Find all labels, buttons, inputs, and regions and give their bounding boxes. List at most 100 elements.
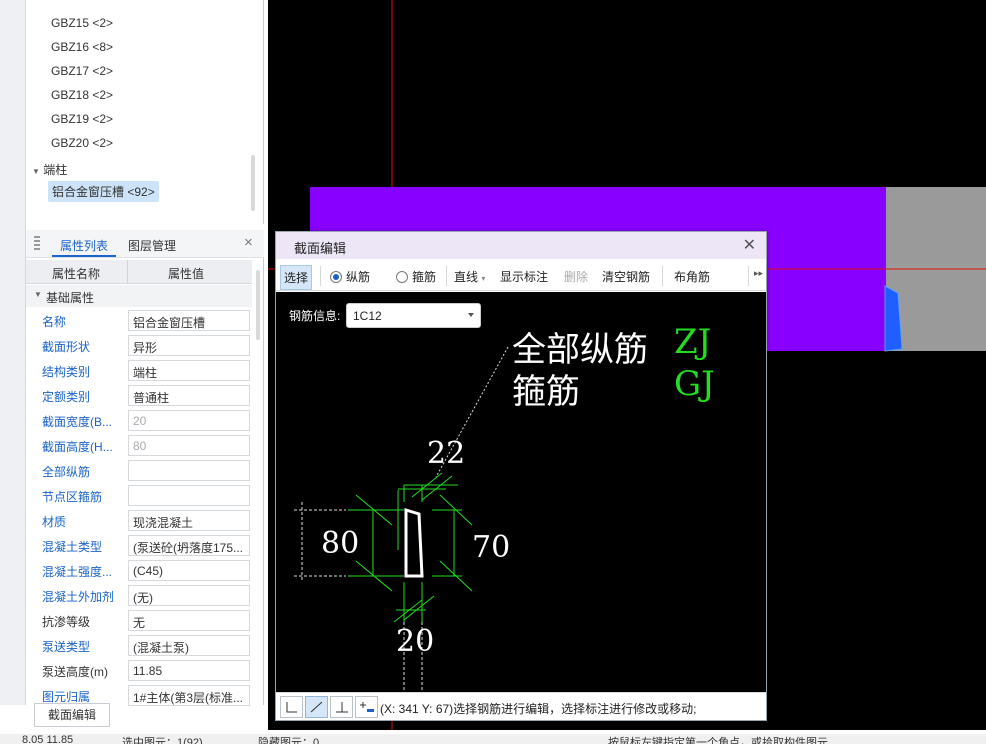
left-panel-strip	[0, 0, 26, 705]
property-row[interactable]: 混凝土强度... (C45)	[26, 558, 252, 583]
property-value[interactable]: 现浇混凝土	[128, 510, 250, 531]
property-row[interactable]: 泵送高度(m) 11.85	[26, 658, 252, 683]
property-value[interactable]	[128, 460, 250, 481]
show-dimension-button[interactable]: 显示标注	[500, 268, 548, 285]
close-icon[interactable]: ✕	[743, 235, 756, 255]
property-value[interactable]: 无	[128, 610, 250, 631]
property-name: 截面宽度(B...	[42, 415, 113, 429]
property-value[interactable]: 80	[128, 435, 250, 456]
close-icon[interactable]: ×	[244, 234, 253, 251]
property-name: 材质	[42, 515, 67, 529]
drag-handle-icon[interactable]	[34, 236, 40, 250]
property-row[interactable]: 混凝土外加剂 (无)	[26, 583, 252, 608]
selected-count: 选中图元：1(92)	[122, 737, 203, 744]
longitudinal-radio[interactable]: 纵筋	[330, 268, 370, 285]
tree-scrollbar[interactable]	[251, 155, 255, 211]
property-value[interactable]: 端柱	[128, 360, 250, 381]
tree-item[interactable]: GBZ17 <2>	[51, 64, 113, 78]
more-icon[interactable]: ▸▸	[754, 268, 763, 279]
properties-panel: 属性列表 图层管理 × 属性名称 属性值 ▼ 基础属性 名称 铝合金窗压槽 截面形状…	[26, 230, 264, 706]
diagonal-line-icon[interactable]	[305, 696, 328, 718]
clear-rebar-button[interactable]: 清空钢筋	[602, 268, 650, 285]
line-label: 直线	[454, 270, 479, 284]
property-value[interactable]: 11.85	[128, 660, 250, 681]
property-row[interactable]: 定额类别 普通柱	[26, 383, 252, 408]
property-row[interactable]: 节点区箍筋	[26, 483, 252, 508]
orthogonal-snap-icon[interactable]	[280, 696, 303, 718]
dimension-bottom[interactable]: 20	[396, 624, 434, 659]
tree-item[interactable]: GBZ16 <8>	[51, 40, 113, 54]
radio-selected-icon	[330, 271, 342, 283]
corner-rebar-button[interactable]: 布角筋	[674, 268, 710, 285]
perpendicular-icon[interactable]	[330, 696, 353, 718]
status-bar: 8.05 11.85 选中图元：1(92) 隐藏图元：0 按鼠标左键指定第一个角…	[0, 734, 986, 744]
property-name: 结构类别	[42, 365, 91, 379]
delete-button[interactable]: 删除	[564, 268, 588, 285]
property-row[interactable]: 截面高度(H... 80	[26, 433, 252, 458]
property-row[interactable]: 抗渗等级 无	[26, 608, 252, 633]
property-row[interactable]: 材质 现浇混凝土	[26, 508, 252, 533]
stirrup-radio[interactable]: 箍筋	[396, 268, 436, 285]
coordinate-readout: 8.05 11.85	[22, 734, 74, 744]
property-row[interactable]: 截面宽度(B... 20	[26, 408, 252, 433]
property-name: 节点区箍筋	[42, 490, 103, 504]
tree-group-label: 端柱	[43, 163, 68, 177]
add-point-icon[interactable]	[355, 696, 378, 718]
property-name: 泵送类型	[42, 640, 91, 654]
property-value[interactable]: 异形	[128, 335, 250, 356]
col-header-name: 属性名称	[52, 267, 101, 281]
hidden-count: 隐藏图元：0	[258, 737, 320, 744]
property-value[interactable]: (混凝土泵)	[128, 635, 250, 656]
dialog-titlebar[interactable]: 截面编辑 ✕	[276, 232, 766, 259]
property-value[interactable]: (C45)	[128, 560, 250, 581]
tree-item[interactable]: GBZ18 <2>	[51, 88, 113, 102]
properties-tabs: 属性列表 图层管理 ×	[26, 230, 264, 258]
dialog-status-text: (X: 341 Y: 67)选择钢筋进行编辑，选择标注进行修改或移动;	[380, 702, 697, 716]
section-drawing	[294, 346, 509, 692]
property-value[interactable]: 1#主体(第3层(标准...	[128, 685, 250, 706]
collapse-arrow-icon: ▼	[32, 167, 40, 176]
dimension-left[interactable]: 80	[321, 526, 359, 561]
line-dropdown[interactable]: 直线 ▾	[454, 268, 485, 285]
property-name: 混凝土类型	[42, 540, 103, 554]
property-value[interactable]: 铝合金窗压槽	[128, 310, 250, 331]
dialog-toolbar: 选择 纵筋 箍筋 直线 ▾ 显示标注 删除 清空钢筋 布角筋 ▸▸	[276, 260, 766, 291]
radio-icon	[396, 271, 408, 283]
dimension-top[interactable]: 22	[427, 436, 465, 471]
property-row[interactable]: 名称 铝合金窗压槽	[26, 308, 252, 333]
tab-layer-management[interactable]: 图层管理	[128, 237, 176, 254]
property-name: 定额类别	[42, 390, 91, 404]
property-name: 全部纵筋	[42, 465, 91, 479]
property-value[interactable]	[128, 485, 250, 506]
properties-header: 属性名称 属性值	[26, 260, 252, 284]
tree-item[interactable]: GBZ15 <2>	[51, 16, 113, 30]
tree-group[interactable]: ▼ 端柱	[32, 161, 67, 178]
stirrup-label: 箍筋	[412, 270, 437, 284]
dimension-right[interactable]: 70	[472, 530, 510, 565]
dialog-statusbar: (X: 341 Y: 67)选择钢筋进行编辑，选择标注进行修改或移动;	[276, 692, 766, 720]
property-value[interactable]: (泵送砼(坍落度175...	[128, 535, 250, 556]
property-name: 截面高度(H...	[42, 440, 113, 454]
tab-property-list[interactable]: 属性列表	[60, 237, 108, 254]
group-label: 基础属性	[46, 291, 95, 305]
dialog-title: 截面编辑	[294, 241, 347, 256]
collapse-arrow-icon: ▼	[34, 290, 42, 299]
property-row[interactable]: 泵送类型 (混凝土泵)	[26, 633, 252, 658]
tree-item[interactable]: GBZ19 <2>	[51, 112, 113, 126]
select-button[interactable]: 选择	[280, 265, 313, 290]
property-name: 泵送高度(m)	[42, 665, 108, 679]
property-row[interactable]: 混凝土类型 (泵送砼(坍落度175...	[26, 533, 252, 558]
section-canvas[interactable]: 钢筋信息: 1C12 全部纵筋 ZJ 箍筋 GJ 22 80 70 20	[276, 292, 766, 692]
property-row[interactable]: 截面形状 异形	[26, 333, 252, 358]
col-header-value: 属性值	[168, 267, 205, 281]
properties-scrollbar[interactable]	[256, 270, 260, 340]
property-value[interactable]: (无)	[128, 585, 250, 606]
property-row[interactable]: 结构类别 端柱	[26, 358, 252, 383]
property-value[interactable]: 普通柱	[128, 385, 250, 406]
property-row[interactable]: 全部纵筋	[26, 458, 252, 483]
tree-item-selected[interactable]: 铝合金窗压槽 <92>	[48, 181, 159, 202]
tree-item[interactable]: GBZ20 <2>	[51, 136, 113, 150]
group-row[interactable]: ▼ 基础属性	[26, 285, 252, 307]
property-value[interactable]: 20	[128, 410, 250, 431]
section-edit-button[interactable]: 截面编辑	[34, 703, 110, 727]
